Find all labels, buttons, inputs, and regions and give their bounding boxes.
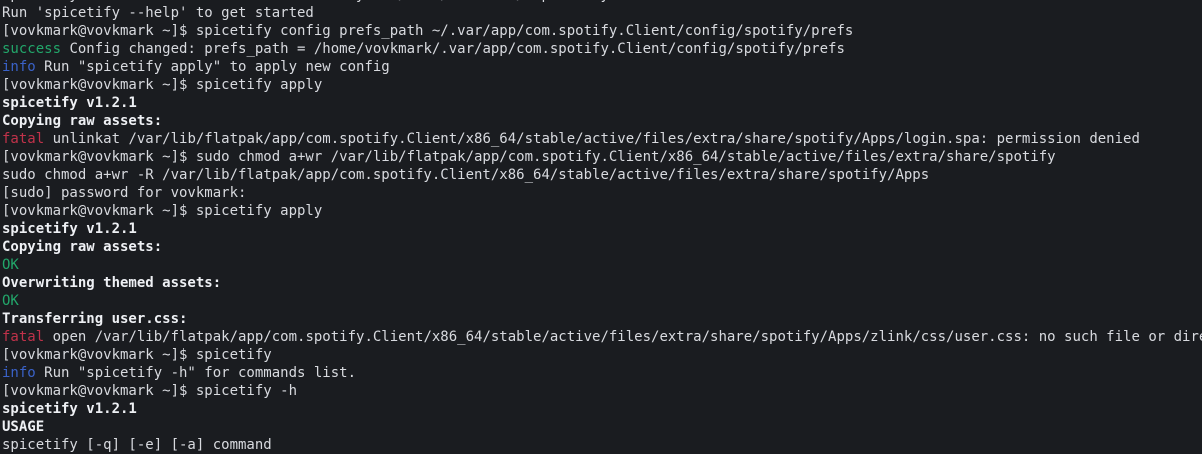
terminal-line: Overwriting themed assets: [2,274,1200,292]
status-info-label: info [2,365,36,381]
section-heading: USAGE [2,419,45,435]
terminal-line: OK [2,292,1200,310]
terminal-output[interactable]: spicetify v1.2.1 was installed successfu… [2,0,1202,454]
terminal-line: Run 'spicetify --help' to get started [2,4,1200,22]
status-success-label: OK [2,257,19,273]
section-heading: Copying raw assets: [2,239,163,255]
terminal-line: [vovkmark@vovkmark ~]$ spicetify config … [2,22,1200,40]
terminal-text: [vovkmark@vovkmark ~]$ spicetify [2,347,272,363]
status-success-label: success [2,41,62,57]
terminal-line: fatal unlinkat /var/lib/flatpak/app/com.… [2,130,1200,148]
terminal-line: info Run "spicetify apply" to apply new … [2,58,1200,76]
terminal-line: [sudo] password for vovkmark: [2,184,1200,202]
section-heading: spicetify v1.2.1 [2,221,137,237]
terminal-line: spicetify v1.2.1 [2,400,1200,418]
terminal-line: info Run "spicetify -h" for commands lis… [2,364,1200,382]
section-heading: Transferring user.css: [2,311,188,327]
terminal-line: OK [2,256,1200,274]
terminal-text: sudo chmod a+wr -R /var/lib/flatpak/app/… [2,167,930,183]
terminal-line: [vovkmark@vovkmark ~]$ spicetify apply [2,202,1200,220]
terminal-text: [vovkmark@vovkmark ~]$ spicetify config … [2,23,854,39]
terminal-line: fatal open /var/lib/flatpak/app/com.spot… [2,328,1202,346]
section-heading: Copying raw assets: [2,113,163,129]
section-heading: spicetify v1.2.1 [2,95,137,111]
terminal-text: [vovkmark@vovkmark ~]$ sudo chmod a+wr /… [2,149,1056,165]
status-fatal-label: fatal [2,131,45,147]
terminal-text: [vovkmark@vovkmark ~]$ spicetify apply [2,203,323,219]
terminal-text: [vovkmark@vovkmark ~]$ spicetify -h [2,383,298,399]
terminal-text: Config changed: prefs_path = /home/vovkm… [61,41,845,57]
terminal-line: [vovkmark@vovkmark ~]$ sudo chmod a+wr /… [2,148,1200,166]
terminal-line: spicetify [-q] [-e] [-a] command [2,436,1200,454]
terminal-line: Copying raw assets: [2,112,1200,130]
terminal-text: unlinkat /var/lib/flatpak/app/com.spotif… [44,131,1140,147]
terminal-line: [vovkmark@vovkmark ~]$ spicetify [2,346,1200,364]
terminal-text: Run "spicetify apply" to apply new confi… [35,59,390,75]
status-success-label: OK [2,293,19,309]
terminal-text: open /var/lib/flatpak/app/com.spotify.Cl… [44,329,1202,345]
terminal-text: [sudo] password for vovkmark: [2,185,247,201]
terminal-line: spicetify v1.2.1 [2,94,1200,112]
terminal-text: [vovkmark@vovkmark ~]$ spicetify apply [2,77,323,93]
terminal-text: Run 'spicetify --help' to get started [2,5,314,21]
terminal-line: spicetify v1.2.1 [2,220,1200,238]
status-fatal-label: fatal [2,329,45,345]
terminal-line: sudo chmod a+wr -R /var/lib/flatpak/app/… [2,166,1200,184]
section-heading: Overwriting themed assets: [2,275,222,291]
terminal-text: Run "spicetify -h" for commands list. [35,365,357,381]
terminal-line: [vovkmark@vovkmark ~]$ spicetify -h [2,382,1200,400]
terminal-line: Transferring user.css: [2,310,1200,328]
terminal-text: spicetify v1.2.1 was installed successfu… [2,0,609,3]
section-heading: spicetify v1.2.1 [2,401,137,417]
terminal-line: [vovkmark@vovkmark ~]$ spicetify apply [2,76,1200,94]
terminal-line: USAGE [2,418,1200,436]
terminal-line: success Config changed: prefs_path = /ho… [2,40,1200,58]
status-info-label: info [2,59,36,75]
terminal-line: Copying raw assets: [2,238,1200,256]
